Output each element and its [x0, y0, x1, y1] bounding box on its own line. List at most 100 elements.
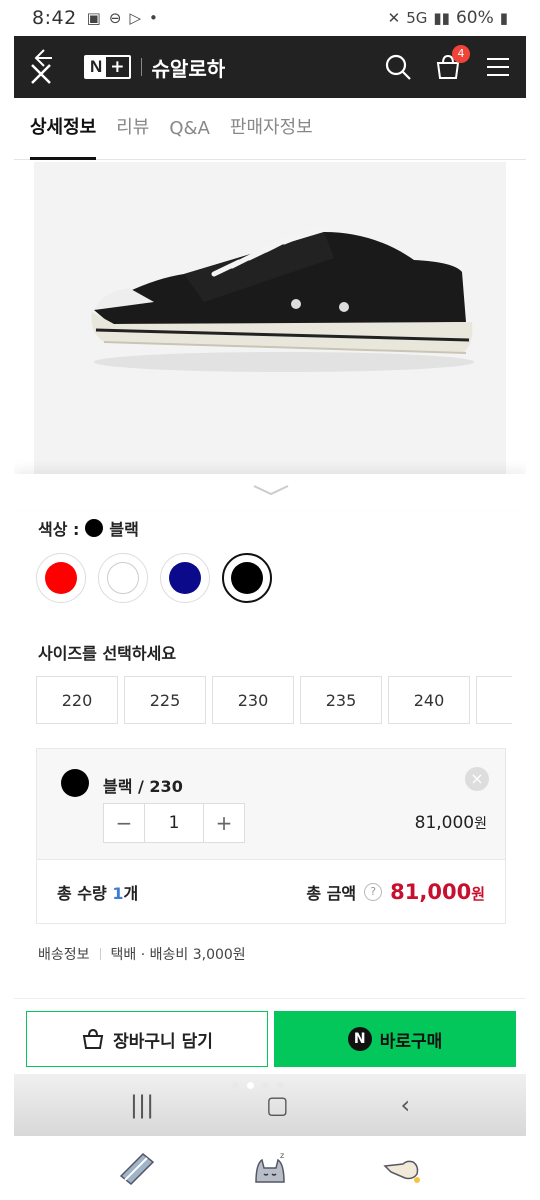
page-dot: [262, 1082, 269, 1089]
mute-icon: ✕: [387, 9, 401, 27]
option-color-dot: [61, 769, 89, 797]
battery-level: 60%: [455, 8, 494, 28]
swatch-fill: [169, 562, 201, 594]
back-icon[interactable]: ‹: [400, 1091, 410, 1119]
total-quantity: 총 수량 1개: [57, 880, 138, 904]
remove-option-button[interactable]: ×: [465, 767, 489, 791]
color-swatch-red[interactable]: [36, 553, 86, 603]
dot-icon: •: [148, 9, 158, 27]
status-right: ✕ 5G ▮▮ 60% ▮: [388, 8, 508, 28]
tab-reviews[interactable]: 리뷰: [116, 113, 149, 159]
status-bar: 8:42 ▣ ⊖ ▷ • ✕ 5G ▮▮ 60% ▮: [14, 0, 526, 36]
book-icon[interactable]: [115, 1146, 159, 1190]
delivery-info: 배송정보 택배 · 배송비 3,000원: [38, 944, 246, 964]
search-icon: [385, 54, 411, 80]
app-header: N + 슈알로하 4: [14, 36, 526, 98]
footer-bar: z: [0, 1136, 540, 1200]
signal-icon: ▮▮: [433, 9, 450, 27]
purchase-action-bar: 장바구니 담기 N 바로구매: [14, 998, 526, 1074]
color-swatch-navy[interactable]: [160, 553, 210, 603]
selected-option-card: 블랙 / 230 × − 1 + 81,000원: [36, 748, 506, 860]
buy-now-button[interactable]: N 바로구매: [274, 1011, 516, 1067]
swatch-fill: [231, 562, 263, 594]
page-indicator: [232, 1082, 284, 1089]
header-actions: 4: [384, 45, 512, 81]
back-button[interactable]: [28, 49, 58, 84]
color-label-text: 색상 :: [38, 520, 80, 539]
quantity-stepper: − 1 +: [103, 803, 245, 843]
size-option-225[interactable]: 225: [124, 676, 206, 724]
sneaker-image: [34, 162, 506, 474]
quantity-value[interactable]: 1: [144, 804, 204, 842]
total-price-value: 81,000: [390, 879, 472, 904]
size-option-240[interactable]: 240: [388, 676, 470, 724]
hamburger-menu-icon: [487, 58, 509, 76]
total-amount-label: 총 금액: [306, 883, 357, 903]
color-label: 색상 : 블랙: [38, 516, 139, 540]
page-dot: [277, 1082, 284, 1089]
phone-screen: 8:42 ▣ ⊖ ▷ • ✕ 5G ▮▮ 60% ▮ N + 슈알로하 4 상세…: [14, 0, 526, 1136]
cart-button[interactable]: 4: [434, 45, 470, 81]
total-price: 81,000원: [390, 880, 485, 904]
total-qty-number: 1: [112, 883, 124, 903]
tab-qna[interactable]: Q&A: [169, 118, 210, 159]
play-store-icon: ▷: [129, 9, 141, 27]
add-to-cart-button[interactable]: 장바구니 담기: [26, 1011, 268, 1067]
product-image: [34, 162, 506, 474]
menu-button[interactable]: [484, 53, 512, 81]
store-name[interactable]: 슈알로하: [152, 53, 226, 82]
swatch-fill: [45, 562, 77, 594]
naver-plus-logo[interactable]: N +: [84, 55, 131, 79]
delivery-divider: [99, 948, 101, 960]
size-option-partial[interactable]: 2: [476, 676, 512, 724]
page-dot-active: [247, 1082, 254, 1089]
total-amount: 총 금액 ? 81,000원: [306, 880, 485, 904]
total-price-currency: 원: [471, 884, 485, 903]
color-swatch-white[interactable]: [98, 553, 148, 603]
page-dot: [232, 1082, 239, 1089]
status-time: 8:42: [32, 7, 77, 29]
chevron-down-icon[interactable]: [246, 482, 296, 500]
status-notification-icons: ▣ ⊖ ▷ •: [87, 9, 158, 27]
shopping-bag-icon: [82, 1028, 104, 1049]
home-icon[interactable]: ▢: [266, 1091, 289, 1119]
option-price-value: 81,000: [414, 813, 475, 833]
total-qty-suffix: 개: [123, 883, 139, 903]
close-icon: [31, 64, 51, 84]
quantity-decrease-button[interactable]: −: [104, 804, 144, 842]
swatch-fill: [107, 562, 139, 594]
gallery-icon: ▣: [86, 9, 101, 27]
selected-color-name: 블랙: [109, 520, 139, 539]
minus-circle-icon: ⊖: [108, 9, 122, 27]
naver-pay-icon: N: [347, 1027, 372, 1051]
color-swatch-black[interactable]: [222, 553, 272, 603]
screen: 8:42 ▣ ⊖ ▷ • ✕ 5G ▮▮ 60% ▮ N + 슈알로하 4 상세…: [0, 0, 540, 1200]
recent-apps-icon[interactable]: |||: [130, 1091, 154, 1119]
size-option-235[interactable]: 235: [300, 676, 382, 724]
buy-now-label: 바로구매: [379, 1031, 443, 1052]
product-tabs: 상세정보 리뷰 Q&A 판매자정보: [14, 98, 526, 160]
size-title: 사이즈를 선택하세요: [38, 644, 177, 663]
tab-seller-info[interactable]: 판매자정보: [230, 113, 313, 159]
option-price-currency: 원: [474, 816, 487, 832]
size-option-220[interactable]: 220: [36, 676, 118, 724]
option-price: 81,000원: [415, 813, 487, 833]
svg-text:z: z: [280, 1151, 284, 1160]
pointing-hand-icon[interactable]: [381, 1146, 425, 1190]
total-summary: 총 수량 1개 총 금액 ? 81,000원: [36, 860, 506, 924]
tab-details[interactable]: 상세정보: [30, 113, 97, 160]
help-icon[interactable]: ?: [364, 882, 383, 901]
network-label: 5G: [406, 9, 428, 27]
option-name: 블랙 / 230: [103, 777, 183, 796]
total-qty-prefix: 총 수량: [57, 883, 113, 903]
search-button[interactable]: [384, 53, 412, 81]
sleeping-cat-icon[interactable]: z: [248, 1146, 292, 1190]
color-swatches: [36, 553, 272, 603]
add-to-cart-label: 장바구니 담기: [113, 1031, 213, 1052]
delivery-label: 배송정보: [38, 947, 90, 963]
size-option-230[interactable]: 230: [212, 676, 294, 724]
quantity-increase-button[interactable]: +: [204, 804, 244, 842]
selected-color-dot: [85, 519, 104, 537]
brand-plus: +: [106, 57, 129, 77]
battery-icon: ▮: [499, 9, 508, 27]
